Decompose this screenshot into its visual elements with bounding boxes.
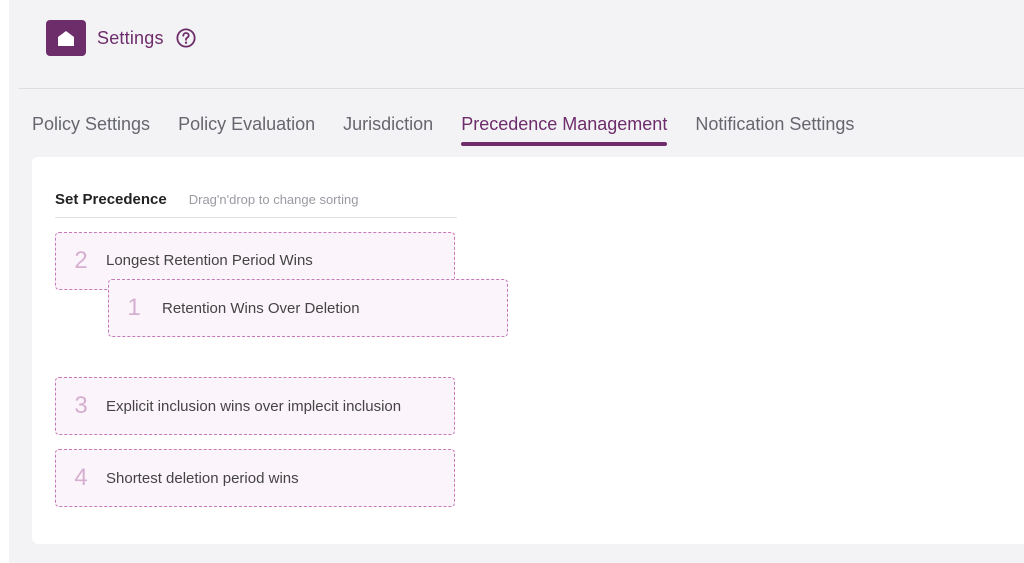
precedence-panel: Set Precedence Drag'n'drop to change sor… — [32, 157, 1024, 544]
precedence-label: Retention Wins Over Deletion — [162, 299, 360, 317]
section-title: Set Precedence — [55, 191, 167, 208]
tab-precedence-management[interactable]: Precedence Management — [461, 112, 668, 148]
precedence-number: 1 — [127, 294, 141, 321]
tab-policy-settings[interactable]: Policy Settings — [32, 112, 150, 148]
app-window: Settings Policy Settings Policy Evaluati… — [9, 0, 1024, 563]
precedence-item-dragging[interactable]: 1 Retention Wins Over Deletion — [108, 279, 508, 337]
home-icon — [58, 30, 74, 46]
precedence-item[interactable]: 4 Shortest deletion period wins — [55, 449, 455, 507]
home-button[interactable] — [46, 20, 86, 56]
settings-tabs: Policy Settings Policy Evaluation Jurisd… — [32, 112, 882, 148]
header-divider — [19, 88, 1024, 89]
tab-jurisdiction[interactable]: Jurisdiction — [343, 112, 433, 148]
help-icon[interactable] — [176, 28, 196, 48]
precedence-number: 3 — [74, 392, 88, 419]
precedence-number: 2 — [74, 247, 88, 274]
precedence-label: Longest Retention Period Wins — [106, 251, 313, 269]
page-title: Settings — [97, 27, 164, 48]
section-header: Set Precedence Drag'n'drop to change sor… — [55, 191, 457, 218]
tab-policy-evaluation[interactable]: Policy Evaluation — [178, 112, 315, 148]
tab-notification-settings[interactable]: Notification Settings — [695, 112, 854, 148]
precedence-label: Explicit inclusion wins over implecit in… — [106, 397, 402, 415]
section-hint: Drag'n'drop to change sorting — [188, 192, 359, 207]
precedence-item[interactable]: 3 Explicit inclusion wins over implecit … — [55, 377, 455, 435]
precedence-label: Shortest deletion period wins — [106, 469, 299, 487]
precedence-number: 4 — [74, 464, 88, 491]
page-header: Settings — [46, 20, 196, 56]
